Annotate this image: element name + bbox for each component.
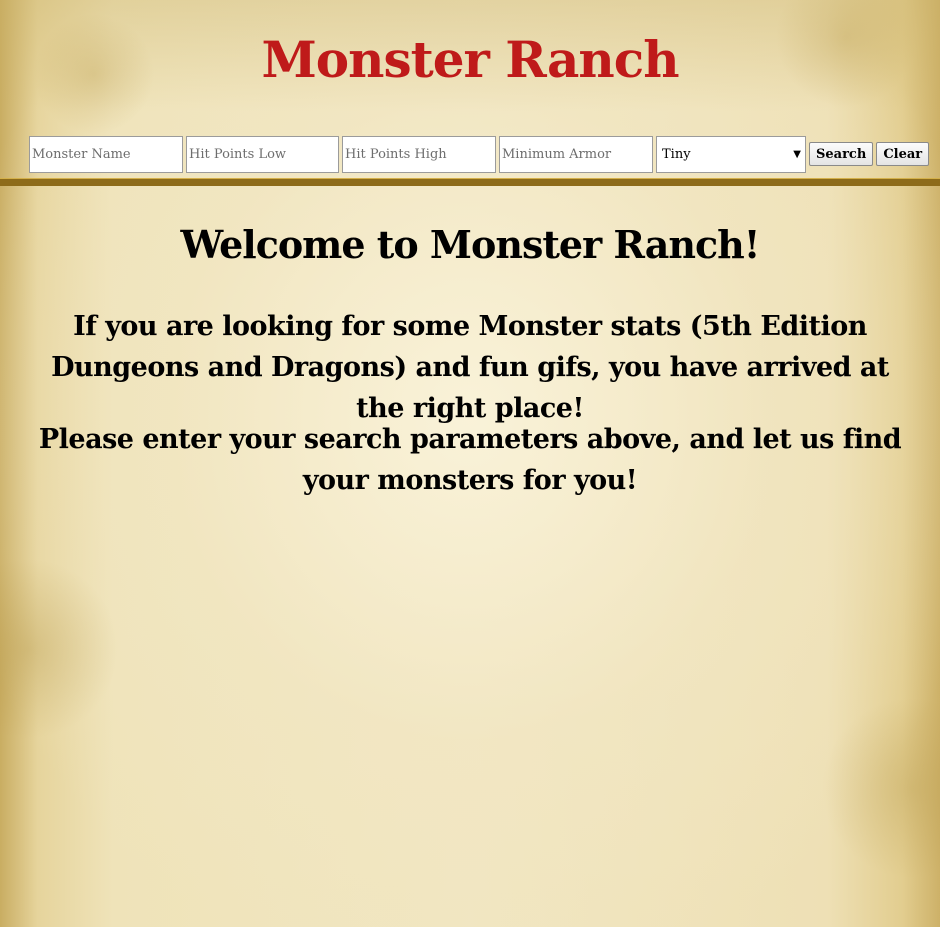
chevron-down-icon: ▼	[793, 148, 801, 160]
monster-name-input[interactable]	[29, 135, 183, 173]
hit-points-high-input[interactable]	[342, 135, 496, 173]
search-bar: Tiny ▼ Search Clear	[29, 135, 932, 173]
hit-points-low-input[interactable]	[186, 135, 339, 173]
instructions-text: Please enter your search parameters abov…	[38, 424, 902, 496]
welcome-heading: Welcome to Monster Ranch!	[180, 222, 761, 267]
page: Monster Ranch Tiny ▼ Search Clear Welcom…	[0, 0, 940, 927]
size-select-value: Tiny	[662, 146, 691, 162]
site-title: Monster Ranch	[261, 30, 679, 89]
clear-button[interactable]: Clear	[876, 142, 930, 166]
header-divider	[0, 178, 940, 186]
search-button[interactable]: Search	[809, 142, 874, 166]
minimum-armor-input[interactable]	[499, 135, 653, 173]
size-select[interactable]: Tiny ▼	[656, 135, 806, 173]
intro-text: If you are looking for some Monster stat…	[51, 311, 889, 424]
